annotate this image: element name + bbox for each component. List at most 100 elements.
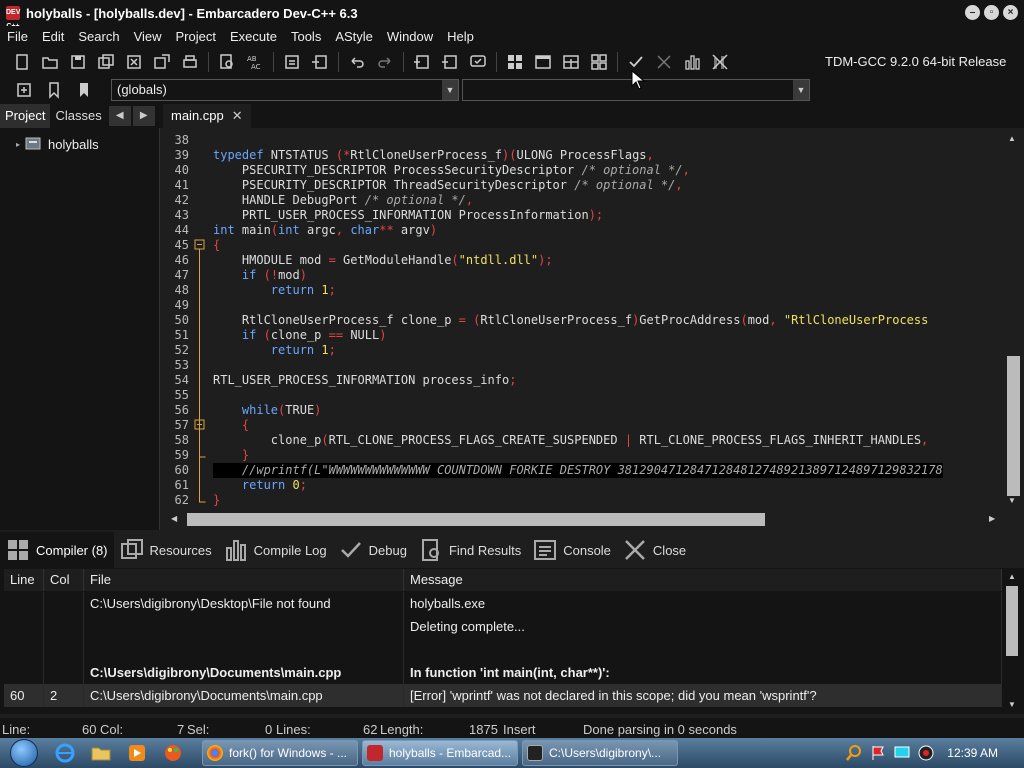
message-row[interactable]	[4, 638, 1002, 661]
project-options-button[interactable]	[466, 51, 490, 73]
close-tab-icon[interactable]: ✕	[232, 108, 243, 123]
code-line[interactable]: PSECURITY_DESCRIPTOR ProcessSecurityDesc…	[213, 163, 690, 178]
code-line[interactable]: {	[213, 418, 249, 433]
code-line[interactable]: typedef NTSTATUS (*RtlCloneUserProcess_f…	[213, 148, 654, 163]
expand-icon[interactable]: ▸	[16, 140, 20, 149]
tab-main-cpp[interactable]: main.cpp ✕	[163, 104, 251, 128]
task-cmd[interactable]: C:\Users\digibrony\...	[522, 740, 678, 766]
save-all-button[interactable]	[94, 51, 118, 73]
chevron-right-icon[interactable]: ▶	[132, 106, 155, 126]
replace-button[interactable]: AB AC	[243, 51, 267, 73]
scroll-down-icon[interactable]: ▼	[1008, 700, 1016, 709]
menu-window[interactable]: Window	[380, 26, 440, 48]
menu-help[interactable]: Help	[440, 26, 481, 48]
editor-vscroll-thumb[interactable]	[1007, 356, 1020, 496]
code-line[interactable]: RtlCloneUserProcess_f clone_p = (RtlClon…	[213, 313, 928, 328]
code-line[interactable]: return 0;	[213, 478, 307, 493]
internet-explorer-launch[interactable]	[52, 741, 78, 765]
remove-project-button[interactable]	[438, 51, 462, 73]
editor-hscroll-thumb[interactable]	[187, 513, 765, 526]
insert-button[interactable]	[12, 79, 36, 101]
tab-compiler[interactable]: Compiler (8)	[0, 532, 114, 568]
code-line[interactable]: clone_p(RTL_CLONE_PROCESS_FLAGS_CREATE_S…	[213, 433, 928, 448]
compile-run-button[interactable]	[559, 51, 583, 73]
stop-execution-button[interactable]	[652, 51, 676, 73]
editor-horizontal-scrollbar[interactable]: ◀ ▶	[163, 510, 1003, 530]
tab-project[interactable]: Project	[0, 104, 51, 128]
undo-button[interactable]	[345, 51, 369, 73]
menu-project[interactable]: Project	[169, 26, 223, 48]
column-header-line[interactable]: Line	[4, 569, 44, 591]
tab-classes[interactable]: Classes	[50, 104, 106, 128]
menu-file[interactable]: File	[0, 26, 35, 48]
task-devcpp[interactable]: holyballs - Embarcad...	[362, 740, 518, 766]
search-tray-icon[interactable]	[845, 744, 863, 762]
scroll-left-icon[interactable]: ◀	[171, 514, 177, 523]
chevron-left-icon[interactable]: ◀	[108, 106, 131, 126]
compile-button[interactable]	[503, 51, 527, 73]
code-line[interactable]: RTL_USER_PROCESS_INFORMATION process_inf…	[213, 373, 516, 388]
minimize-button[interactable]: –	[965, 5, 980, 20]
action-center-flag-icon[interactable]	[869, 744, 887, 762]
goto-bookmark-button[interactable]	[72, 79, 96, 101]
rebuild-button[interactable]	[587, 51, 611, 73]
menu-tools[interactable]: Tools	[284, 26, 328, 48]
scroll-right-icon[interactable]: ▶	[989, 514, 995, 523]
code-line[interactable]: HMODULE mod = GetModuleHandle("ntdll.dll…	[213, 253, 553, 268]
code-line[interactable]: }	[213, 493, 220, 508]
menu-execute[interactable]: Execute	[223, 26, 284, 48]
new-file-button[interactable]	[10, 51, 34, 73]
tree-item-project[interactable]: ▸ holyballs	[16, 136, 99, 152]
scroll-up-icon[interactable]: ▲	[1008, 134, 1016, 143]
tab-resources[interactable]: Resources	[114, 532, 218, 568]
column-header-message[interactable]: Message	[404, 569, 1002, 591]
message-row[interactable]: Deleting complete...	[4, 615, 1002, 638]
code-line[interactable]: PRTL_USER_PROCESS_INFORMATION ProcessInf…	[213, 208, 603, 223]
code-line[interactable]: {	[213, 238, 220, 253]
close-all-button[interactable]	[150, 51, 174, 73]
code-line[interactable]: PSECURITY_DESCRIPTOR ThreadSecurityDescr…	[213, 178, 683, 193]
column-header-file[interactable]: File	[84, 569, 404, 591]
close-file-button[interactable]	[122, 51, 146, 73]
menu-astyle[interactable]: AStyle	[328, 26, 380, 48]
messages-scrollbar[interactable]: ▲ ▼	[1003, 568, 1021, 714]
unindent-button[interactable]	[308, 51, 332, 73]
tab-console[interactable]: Console	[527, 532, 617, 568]
maximize-button[interactable]: ▫	[984, 5, 999, 20]
toggle-bookmark-button[interactable]	[42, 79, 66, 101]
redo-button[interactable]	[373, 51, 397, 73]
tab-close[interactable]: Close	[617, 532, 692, 568]
delete-profile-button[interactable]	[708, 51, 732, 73]
media-player-launch[interactable]	[124, 741, 150, 765]
message-row[interactable]: C:\Users\digibrony\Documents\main.cpp In …	[4, 661, 1002, 684]
code-line[interactable]: return 1;	[213, 283, 336, 298]
menu-edit[interactable]: Edit	[35, 26, 71, 48]
code-editor[interactable]: 38 39 40 41 42 43 44 45 46 47 48 49 50 51 52 53 54 55 56 57…	[163, 128, 1024, 510]
code-line[interactable]: }	[213, 448, 249, 463]
code-line[interactable]: if (!mod)	[213, 268, 307, 283]
tab-find-results[interactable]: Find Results	[413, 532, 527, 568]
messages-scroll-thumb[interactable]	[1006, 586, 1018, 656]
code-line[interactable]: while(TRUE)	[213, 403, 322, 418]
code-line[interactable]: HANDLE DebugPort /* optional */,	[213, 193, 473, 208]
close-window-button[interactable]: ×	[1003, 5, 1018, 20]
profile-button[interactable]	[680, 51, 704, 73]
new-project-button[interactable]	[410, 51, 434, 73]
fold-marker-main-icon[interactable]	[194, 239, 205, 250]
find-button[interactable]	[215, 51, 239, 73]
tab-debug[interactable]: Debug	[333, 532, 413, 568]
open-button[interactable]	[38, 51, 62, 73]
code-line[interactable]: return 1;	[213, 343, 336, 358]
compiler-set-selector[interactable]: TDM-GCC 9.2.0 64-bit Release	[818, 51, 1024, 73]
menu-view[interactable]: View	[127, 26, 169, 48]
scroll-up-icon[interactable]: ▲	[1008, 572, 1016, 581]
network-monitor-icon[interactable]	[893, 744, 911, 762]
message-row[interactable]: 60 2 C:\Users\digibrony\Documents\main.cpp…	[4, 684, 1002, 707]
volume-icon[interactable]	[917, 744, 935, 762]
scroll-down-icon[interactable]: ▼	[1008, 496, 1016, 505]
print-button[interactable]	[178, 51, 202, 73]
explorer-launch[interactable]	[88, 741, 114, 765]
paint-launch[interactable]	[160, 741, 186, 765]
column-header-col[interactable]: Col	[44, 569, 84, 591]
editor-vertical-scrollbar[interactable]: ▲ ▼	[1003, 128, 1024, 510]
